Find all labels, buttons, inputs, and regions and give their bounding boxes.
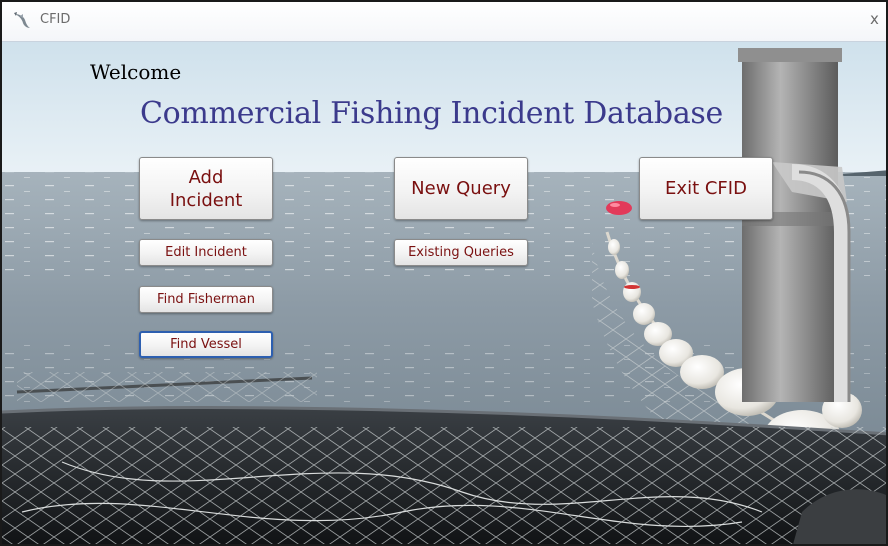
background-scene: Welcome Commercial Fishing Incident Data… [2,42,886,544]
page-title: Commercial Fishing Incident Database [140,96,723,131]
find-fisherman-button[interactable]: Find Fisherman [139,286,273,313]
edit-incident-button[interactable]: Edit Incident [139,239,273,266]
window-title: CFID [40,12,71,27]
fish-icon [14,12,30,28]
close-icon[interactable]: x [870,10,886,28]
add-incident-button[interactable]: Add Incident [139,157,273,220]
find-vessel-button[interactable]: Find Vessel [139,331,273,358]
welcome-label: Welcome [90,60,182,84]
existing-queries-button[interactable]: Existing Queries [394,239,528,266]
cfid-window: CFID x Welcome Commercial Fishing Incide… [0,0,888,546]
title-bar: CFID x [2,2,886,42]
new-query-button[interactable]: New Query [394,157,528,220]
exit-cfid-button[interactable]: Exit CFID [639,157,773,220]
